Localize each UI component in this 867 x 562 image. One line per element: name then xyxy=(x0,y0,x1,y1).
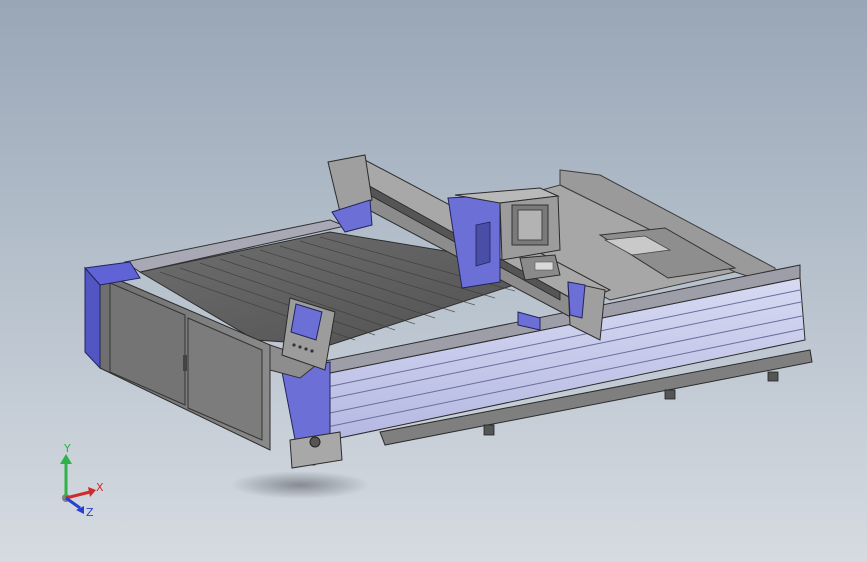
left-cabinet-door[interactable] xyxy=(109,282,186,406)
x-axis-line xyxy=(65,490,91,500)
floor-shadow xyxy=(230,471,370,499)
carriage-window-inner xyxy=(517,209,543,241)
laser-cutting-machine-model[interactable] xyxy=(0,0,867,562)
cabinet-door-handle[interactable] xyxy=(183,355,187,371)
cad-viewport[interactable]: Y X Z xyxy=(0,0,867,562)
orientation-triad: Y X Z xyxy=(60,444,104,518)
front-caster xyxy=(309,436,321,448)
y-axis-arrow xyxy=(60,454,72,464)
carriage-slot xyxy=(475,221,491,267)
nozzle-plate xyxy=(534,261,554,271)
gantry-right-blue-cap xyxy=(567,281,586,319)
triad-y-label: Y xyxy=(63,444,71,455)
z-axis-line xyxy=(65,496,81,510)
triad-x-label: X xyxy=(96,481,104,494)
triad-z-label: Z xyxy=(86,506,94,518)
x-axis-arrow xyxy=(88,487,96,497)
left-end-cap-front xyxy=(84,266,101,370)
